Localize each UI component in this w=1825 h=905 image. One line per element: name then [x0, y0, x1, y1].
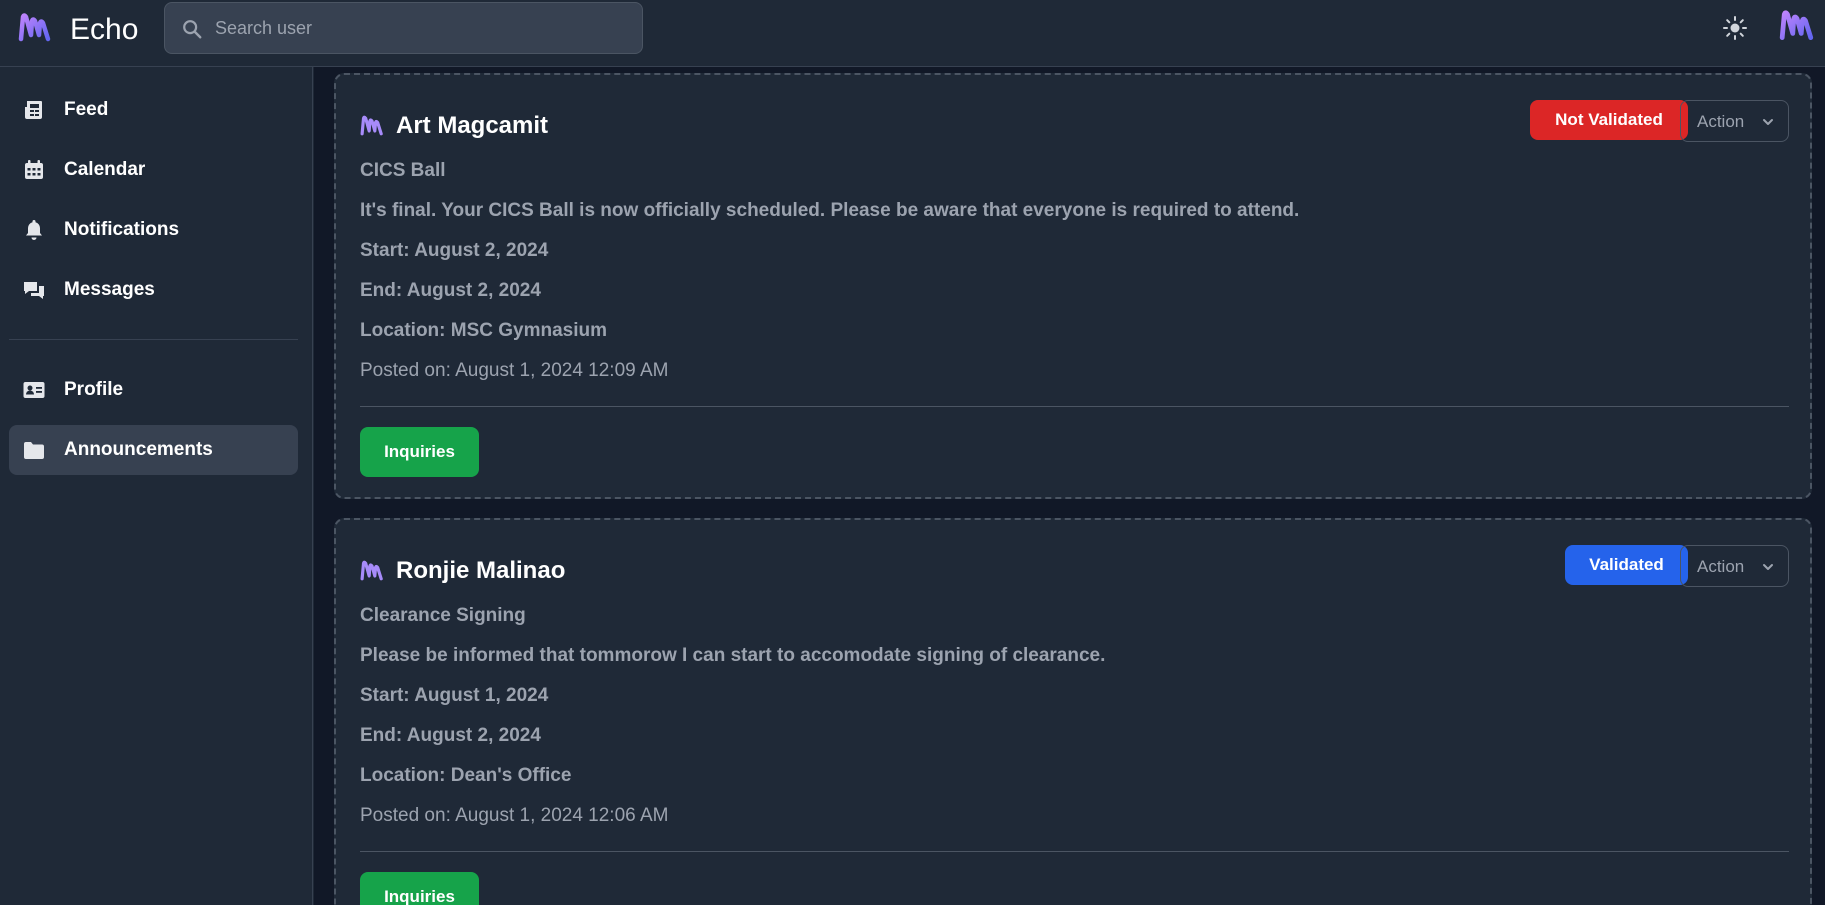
posted-timestamp: Posted on: August 1, 2024 12:09 AM — [360, 360, 669, 381]
id-card-icon — [23, 382, 45, 398]
sidebar-item-calendar[interactable]: Calendar — [9, 145, 298, 195]
announcement-body: Please be informed that tommorow I can s… — [360, 645, 1106, 666]
brand[interactable]: Echo — [18, 13, 138, 46]
chat-bubbles-icon — [24, 282, 44, 299]
action-label: Action — [1697, 112, 1745, 131]
card-divider — [360, 406, 1789, 407]
sidebar-divider — [9, 339, 298, 340]
sidebar-item-profile[interactable]: Profile — [9, 365, 298, 415]
sidebar: Feed Calendar Notifications Messages Pro… — [0, 67, 313, 905]
inquiries-button[interactable]: Inquiries — [360, 427, 479, 477]
announcement-title: CICS Ball — [360, 160, 446, 181]
action-label: Action — [1697, 557, 1745, 576]
sidebar-item-messages[interactable]: Messages — [9, 265, 298, 315]
announcement-card: Art Magcamit Not Validated Action CICS B… — [334, 73, 1812, 499]
announcement-card: Ronjie Malinao Validated Action Clearanc… — [334, 518, 1812, 905]
posted-timestamp: Posted on: August 1, 2024 12:06 AM — [360, 805, 669, 826]
calendar-icon — [25, 160, 43, 179]
top-bar: Echo — [0, 0, 1825, 67]
sidebar-item-label: Calendar — [64, 159, 146, 180]
echo-logo-icon — [18, 13, 51, 42]
sidebar-item-label: Profile — [64, 379, 124, 400]
newspaper-icon — [25, 101, 42, 119]
card-author: Ronjie Malinao — [360, 557, 565, 584]
sidebar-item-label: Announcements — [64, 439, 213, 460]
bell-icon — [26, 220, 42, 240]
action-dropdown-button[interactable]: Action — [1680, 545, 1789, 587]
sidebar-item-label: Notifications — [64, 219, 180, 240]
author-name: Ronjie Malinao — [396, 557, 566, 584]
sidebar-item-label: Feed — [64, 99, 109, 120]
inquiries-button[interactable]: Inquiries — [360, 872, 479, 905]
search-input[interactable] — [215, 3, 635, 53]
end-date: End: August 2, 2024 — [360, 725, 541, 746]
app-name: Echo — [70, 13, 139, 46]
sidebar-item-announcements[interactable]: Announcements — [9, 425, 298, 475]
status-badge: Not Validated — [1530, 100, 1688, 140]
card-divider — [360, 851, 1789, 852]
echo-logo-icon — [360, 560, 383, 581]
folder-icon — [24, 442, 44, 459]
echo-logo-icon — [360, 115, 383, 136]
start-date: Start: August 1, 2024 — [360, 685, 549, 706]
announcements-feed: Art Magcamit Not Validated Action CICS B… — [314, 67, 1825, 905]
action-dropdown-button[interactable]: Action — [1680, 100, 1789, 142]
end-date: End: August 2, 2024 — [360, 280, 541, 301]
sidebar-item-label: Messages — [64, 279, 155, 300]
status-badge: Validated — [1565, 545, 1688, 585]
announcement-body: It's final. Your CICS Ball is now offici… — [360, 200, 1300, 221]
search-icon — [183, 20, 202, 39]
search-box[interactable] — [164, 2, 643, 54]
author-name: Art Magcamit — [396, 112, 549, 139]
start-date: Start: August 2, 2024 — [360, 240, 549, 261]
location: Location: MSC Gymnasium — [360, 320, 608, 341]
sun-icon[interactable] — [1722, 15, 1748, 41]
chevron-down-icon — [1763, 564, 1773, 570]
chevron-down-icon — [1763, 119, 1773, 125]
announcement-title: Clearance Signing — [360, 605, 526, 626]
card-author: Art Magcamit — [360, 112, 548, 139]
sidebar-item-feed[interactable]: Feed — [9, 85, 298, 135]
sidebar-item-notifications[interactable]: Notifications — [9, 205, 298, 255]
location: Location: Dean's Office — [360, 765, 572, 786]
avatar[interactable] — [1779, 10, 1815, 42]
